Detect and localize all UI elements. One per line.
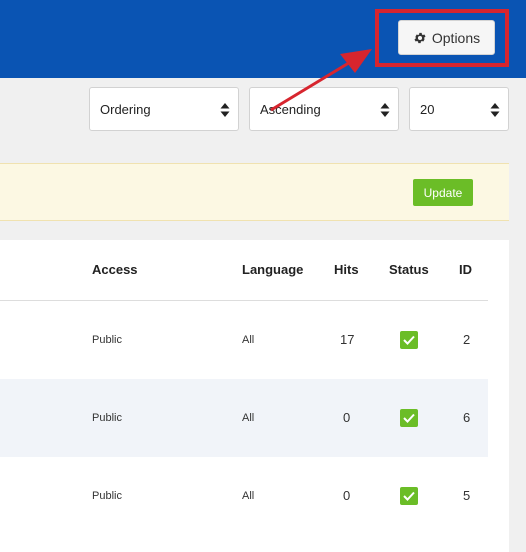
check-icon (403, 335, 415, 345)
sort-caret-icon (220, 103, 230, 117)
notice-bar: Update (0, 163, 509, 221)
highlight-box (375, 9, 509, 67)
table-row: Public All 17 2 (0, 301, 488, 379)
language-cell: All (242, 334, 255, 346)
check-icon (403, 413, 415, 423)
status-published-toggle[interactable] (400, 331, 418, 349)
id-cell: 5 (463, 488, 471, 503)
status-published-toggle[interactable] (400, 487, 418, 505)
language-cell: All (242, 490, 255, 502)
table-row: Public All 0 6 (0, 379, 488, 457)
hits-cell: 0 (343, 488, 351, 503)
column-header-hits[interactable]: Hits (334, 262, 359, 277)
id-cell: 2 (463, 332, 471, 347)
table-row: Public All 0 5 (0, 457, 488, 535)
access-cell: Public (92, 412, 122, 424)
ordering-value: Ordering (100, 101, 151, 117)
status-published-toggle[interactable] (400, 409, 418, 427)
access-cell: Public (92, 334, 122, 346)
items-table: Access Language Hits Status ID Public Al… (0, 240, 509, 552)
sort-caret-icon (490, 103, 500, 117)
id-cell: 6 (463, 410, 471, 425)
list-controls: Ordering Ascending 20 (0, 78, 526, 164)
column-header-id[interactable]: ID (459, 262, 472, 277)
direction-select[interactable]: Ascending (249, 87, 399, 131)
column-header-language[interactable]: Language (242, 262, 303, 277)
limit-value: 20 (420, 101, 435, 117)
update-button[interactable]: Update (413, 179, 473, 206)
hits-cell: 17 (340, 332, 355, 347)
limit-select[interactable]: 20 (409, 87, 509, 131)
column-header-status[interactable]: Status (389, 262, 429, 277)
hits-cell: 0 (343, 410, 351, 425)
sort-caret-icon (380, 103, 390, 117)
column-header-access[interactable]: Access (92, 262, 138, 277)
language-cell: All (242, 412, 255, 424)
check-icon (403, 491, 415, 501)
direction-value: Ascending (260, 101, 321, 117)
access-cell: Public (92, 490, 122, 502)
ordering-select[interactable]: Ordering (89, 87, 239, 131)
